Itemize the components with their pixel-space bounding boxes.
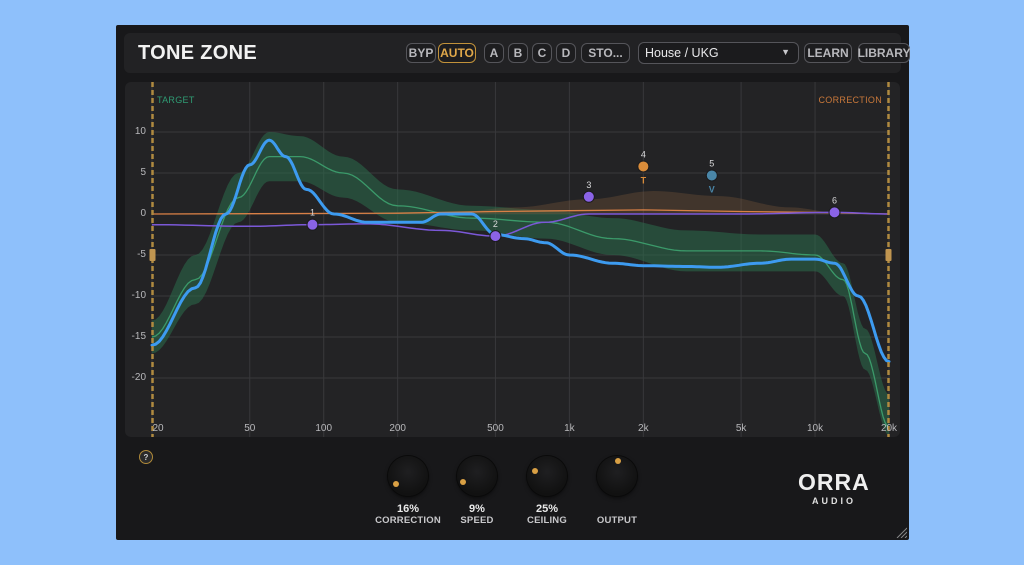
eq-node-label: 2 — [493, 219, 498, 229]
y-tick-label: 0 — [140, 208, 146, 219]
eq-node[interactable] — [582, 190, 595, 203]
low-cut-handle[interactable] — [149, 249, 156, 261]
output-label-text: OUTPUT — [596, 515, 638, 526]
y-tick-label: 5 — [140, 167, 146, 178]
eq-node[interactable] — [637, 160, 650, 173]
knob-indicator — [460, 479, 466, 485]
knob-indicator — [393, 481, 399, 487]
x-tick-label: 200 — [389, 423, 406, 434]
speed-value: 9% — [469, 503, 485, 515]
auto-button[interactable]: AUTO — [438, 43, 476, 63]
x-tick-label: 500 — [487, 423, 504, 434]
library-button[interactable]: LIBRARY — [858, 43, 910, 63]
y-tick-label: -20 — [131, 372, 146, 383]
eq-node-type: T — [641, 175, 647, 185]
target-label: TARGET — [157, 95, 195, 105]
y-tick-label: -15 — [131, 331, 146, 342]
help-button[interactable]: ? — [139, 450, 153, 464]
orra-audio-logo: ORRA AUDIO — [796, 469, 876, 509]
eq-node-label: 3 — [586, 180, 591, 190]
correction-value: 16% — [396, 503, 420, 515]
ceiling-value: 25% — [535, 503, 559, 515]
eq-node[interactable] — [705, 169, 718, 182]
eq-graph-canvas[interactable]: 1 2 3 4 T 5 V 6 — [125, 82, 900, 437]
slot-a-button[interactable]: A — [484, 43, 504, 63]
correction-label: CORRECTION — [818, 95, 882, 105]
chevron-down-icon: ▼ — [781, 47, 790, 57]
brand-sub: AUDIO — [812, 496, 856, 506]
knob-indicator — [615, 458, 621, 464]
ceiling-label-text: CEILING — [527, 515, 567, 526]
high-cut-handle[interactable] — [885, 249, 892, 261]
knob-indicator — [532, 468, 538, 474]
eq-node-label: 4 — [641, 149, 646, 159]
store-button[interactable]: STO... — [581, 43, 630, 63]
slot-d-button[interactable]: D — [556, 43, 576, 63]
x-tick-label: 2k — [638, 423, 649, 434]
correction-knob[interactable] — [388, 456, 428, 496]
y-tick-label: 10 — [134, 126, 146, 137]
y-tick-label: -10 — [131, 290, 146, 301]
app-title: TONE ZONE — [138, 42, 258, 64]
slot-b-button[interactable]: B — [508, 43, 528, 63]
x-tick-label: 5k — [735, 423, 747, 434]
eq-node-label: 5 — [709, 158, 714, 168]
eq-node[interactable] — [828, 206, 841, 219]
eq-node-label: 6 — [832, 195, 837, 205]
ceiling-knob[interactable] — [527, 456, 567, 496]
output-knob[interactable] — [597, 456, 637, 496]
bypass-button[interactable]: BYP — [406, 43, 436, 63]
eq-node-label: 1 — [310, 208, 315, 218]
x-tick-label: 50 — [244, 423, 256, 434]
speed-label-text: SPEED — [460, 515, 494, 526]
x-tick-label: 20k — [880, 423, 898, 434]
brand-name: ORRA — [798, 469, 870, 495]
eq-node[interactable] — [489, 230, 502, 243]
x-tick-label: 20 — [152, 423, 164, 434]
resize-handle-icon[interactable] — [895, 526, 907, 538]
y-tick-label: -5 — [137, 249, 146, 260]
target-line — [151, 155, 890, 428]
speed-knob[interactable] — [457, 456, 497, 496]
plugin-window: TONE ZONE BYP AUTO A B C D STO... House … — [116, 25, 910, 540]
slot-c-button[interactable]: C — [532, 43, 552, 63]
eq-node[interactable] — [306, 218, 319, 231]
preset-dropdown[interactable]: House / UKG ▼ — [638, 42, 799, 64]
correction-label-text: CORRECTION — [375, 515, 441, 526]
x-tick-label: 1k — [564, 423, 575, 434]
top-bar: TONE ZONE BYP AUTO A B C D STO... House … — [124, 33, 910, 73]
preset-label: House / UKG — [645, 46, 719, 60]
learn-button[interactable]: LEARN — [804, 43, 852, 63]
eq-graph[interactable]: 1234T5V6 TARGET CORRECTION 10 5 0 -5 -10 -15-… — [125, 82, 900, 437]
x-tick-label: 100 — [315, 423, 333, 434]
eq-node-type: V — [709, 184, 715, 194]
x-tick-label: 10k — [806, 423, 824, 434]
target-range-band — [152, 132, 889, 436]
